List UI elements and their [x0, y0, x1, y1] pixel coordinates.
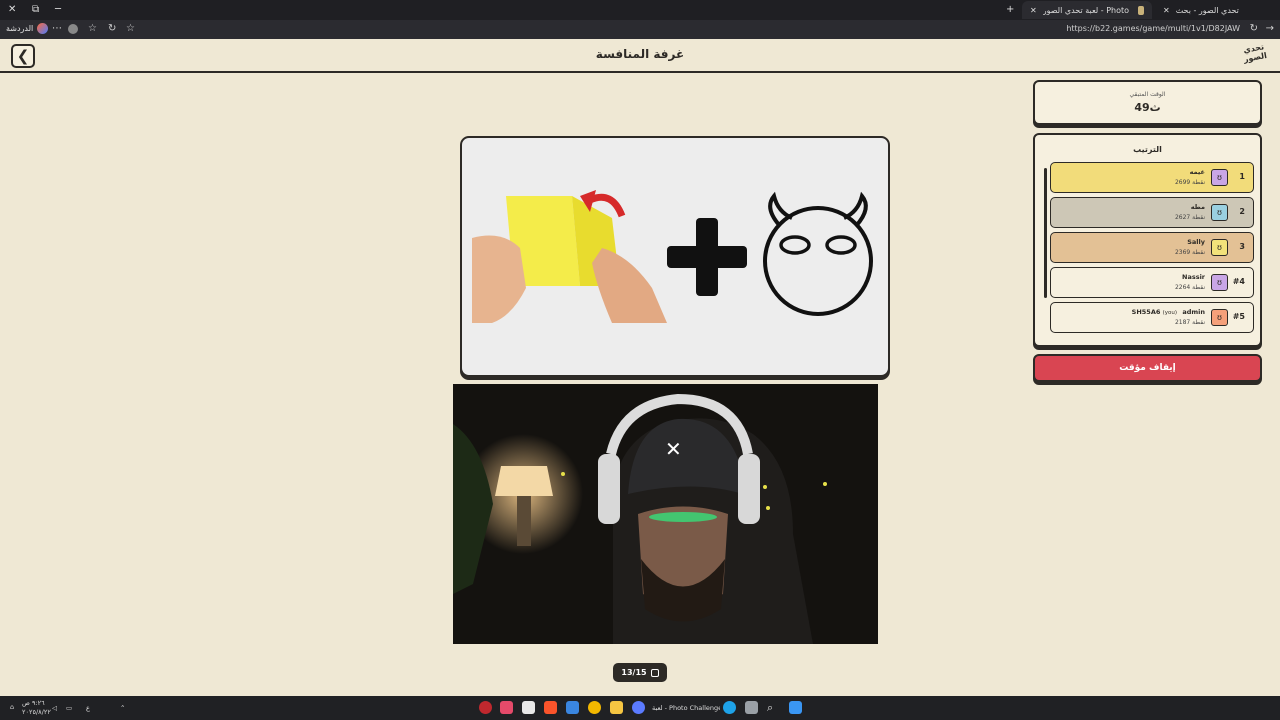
devil-face-icon [763, 191, 873, 316]
page-title: غرفة المنافسة [595, 47, 685, 61]
refresh-icon[interactable]: ↻ [1250, 23, 1258, 34]
record-icon[interactable] [479, 701, 492, 714]
chat-shortcut-label: الدردشة [6, 24, 34, 33]
file-explorer-icon[interactable] [610, 701, 623, 714]
minimize-window-icon[interactable]: ─ [55, 4, 61, 15]
photos-icon[interactable] [566, 701, 579, 714]
active-window-label[interactable]: لعبة - Photo Challenge [652, 704, 720, 712]
address-bar: الدردشة ⋯ ☆ ↻ ☆ https://b22.games/game/m… [0, 20, 1280, 39]
forward-icon[interactable]: → [1266, 23, 1274, 34]
clock-date: ٢٠٢٥/٨/٢٢ [22, 708, 51, 716]
chat-shortcut[interactable]: الدردشة [6, 23, 49, 34]
ranking-card: الترتيب 1 ʊ غيمه 2699 نقطة 2 ʊ مطه 2627 … [1033, 133, 1262, 347]
tab-title: لعبة تحدي الصور - Photo Challenge [1042, 5, 1132, 15]
player-points: 2699 نقطة [1174, 179, 1205, 186]
rank-number: 3 [1239, 242, 1245, 251]
network-icon[interactable]: ▭ [66, 704, 72, 712]
pause-button[interactable]: إيقاف مؤقت [1033, 354, 1262, 382]
player-name-main: SH55A6 [1131, 308, 1161, 316]
tab-title: تحدي الصور - بحث [1175, 5, 1239, 15]
star-icon[interactable]: ☆ [126, 23, 135, 34]
copilot-icon [37, 23, 49, 34]
player-avatar: ʊ [1211, 204, 1228, 221]
app-icon[interactable] [500, 701, 513, 714]
timer-value: 49ث [1134, 101, 1161, 114]
clock-time: ٩:٢٦ ص [22, 699, 45, 707]
counter-value: 13/15 [621, 668, 647, 677]
timer-label: الوقت المتبقي [1129, 91, 1166, 98]
copilot-taskbar-icon[interactable] [632, 701, 645, 714]
edge-icon[interactable] [723, 701, 736, 714]
page-header: ❮ غرفة المنافسة تحدي الصور [0, 39, 1280, 73]
url-input[interactable]: https://b22.games/game/multi/1v1/D82JAW [1066, 24, 1240, 33]
rank-row-2: 2 ʊ مطه 2627 نقطة [1050, 197, 1254, 228]
language-indicator[interactable]: ع [86, 704, 90, 712]
puzzle-image-card [460, 136, 890, 377]
tab-close-icon[interactable]: ✕ [1030, 6, 1037, 15]
player-avatar: ʊ [1211, 239, 1228, 256]
paper-fold-icon [472, 190, 667, 323]
brave-icon[interactable] [544, 701, 557, 714]
player-name: غيمه [1189, 168, 1205, 176]
notes-icon[interactable] [522, 701, 535, 714]
webcam-feed: ✕ [453, 384, 878, 644]
player-points: 2264 نقطة [1174, 284, 1205, 291]
chrome-icon[interactable] [588, 701, 601, 714]
reload-icon[interactable]: ↻ [108, 23, 116, 34]
notification-icon[interactable]: ⌂ [10, 703, 14, 711]
webcam-image: ✕ [453, 384, 878, 644]
tab-photo-challenge[interactable]: ✕ لعبة تحدي الصور - Photo Challenge [1022, 1, 1152, 19]
cap-logo: ✕ [665, 437, 682, 461]
ranking-scrollbar[interactable] [1044, 168, 1047, 298]
logo[interactable]: تحدي الصور [1240, 42, 1270, 70]
player-name: Sally [1187, 238, 1205, 246]
plus-icon [667, 218, 747, 296]
rank-number: 1 [1239, 172, 1245, 181]
player-points: 2627 نقطة [1174, 214, 1205, 221]
rank-row-1: 1 ʊ غيمه 2699 نقطة [1050, 162, 1254, 193]
player-avatar: ʊ [1211, 274, 1228, 291]
player-name-prefix: admin [1182, 308, 1205, 316]
player-points: 2369 نقطة [1174, 249, 1205, 256]
rank-row-4: #4 ʊ Nassir 2264 نقطة [1050, 267, 1254, 298]
browser-titlebar: ✕ ⧉ ─ + ✕ لعبة تحدي الصور - Photo Challe… [0, 0, 1280, 20]
player-points: 2187 نقطة [1174, 319, 1205, 326]
pause-button-label: إيقاف مؤقت [1119, 363, 1176, 373]
restore-window-icon[interactable]: ⧉ [32, 4, 39, 15]
player-name: مطه [1190, 203, 1205, 211]
taskbar: ٩:٢٦ ص ٢٠٢٥/٨/٢٢ ⌂ ◁ ▭ ع ⌃ لعبة - Photo … [0, 696, 1280, 720]
player-avatar: ʊ [1211, 309, 1228, 326]
tab-search[interactable]: ✕ تحدي الصور - بحث [1155, 1, 1270, 19]
player-avatar: ʊ [1211, 169, 1228, 186]
profile-avatar[interactable] [68, 24, 78, 34]
logo-text: تحدي الصور [1242, 42, 1268, 64]
rank-number: #5 [1232, 312, 1245, 321]
task-view-icon[interactable] [745, 701, 758, 714]
start-icon[interactable] [789, 701, 802, 714]
favorites-icon[interactable]: ☆ [88, 23, 97, 34]
tab-favicon-icon [1137, 5, 1144, 15]
rank-row-3: 3 ʊ Sally 2369 نقطة [1050, 232, 1254, 263]
rank-number: #4 [1232, 277, 1245, 286]
question-counter: 13/15 [613, 663, 667, 682]
timer-card: الوقت المتبقي 49ث [1033, 80, 1262, 125]
player-name: SH55A6 (you) admin [1132, 308, 1205, 316]
rank-number: 2 [1239, 207, 1245, 216]
tab-close-icon[interactable]: ✕ [1163, 6, 1170, 15]
rank-row-5: #5 ʊ SH55A6 (you) admin 2187 نقطة [1050, 302, 1254, 333]
lamp-shade [495, 466, 553, 496]
close-window-icon[interactable]: ✕ [8, 4, 16, 15]
volume-icon[interactable]: ◁ [52, 704, 57, 712]
search-icon[interactable]: ⌕ [767, 701, 773, 715]
player-name: Nassir [1182, 273, 1205, 281]
chevron-up-icon[interactable]: ⌃ [120, 704, 125, 712]
ranking-title: الترتيب [1133, 145, 1162, 154]
you-label: (you) [1162, 310, 1178, 316]
new-tab-icon[interactable]: + [1006, 4, 1014, 15]
more-icon[interactable]: ⋯ [52, 23, 62, 34]
puzzle-image [472, 190, 873, 323]
image-icon [650, 668, 659, 677]
